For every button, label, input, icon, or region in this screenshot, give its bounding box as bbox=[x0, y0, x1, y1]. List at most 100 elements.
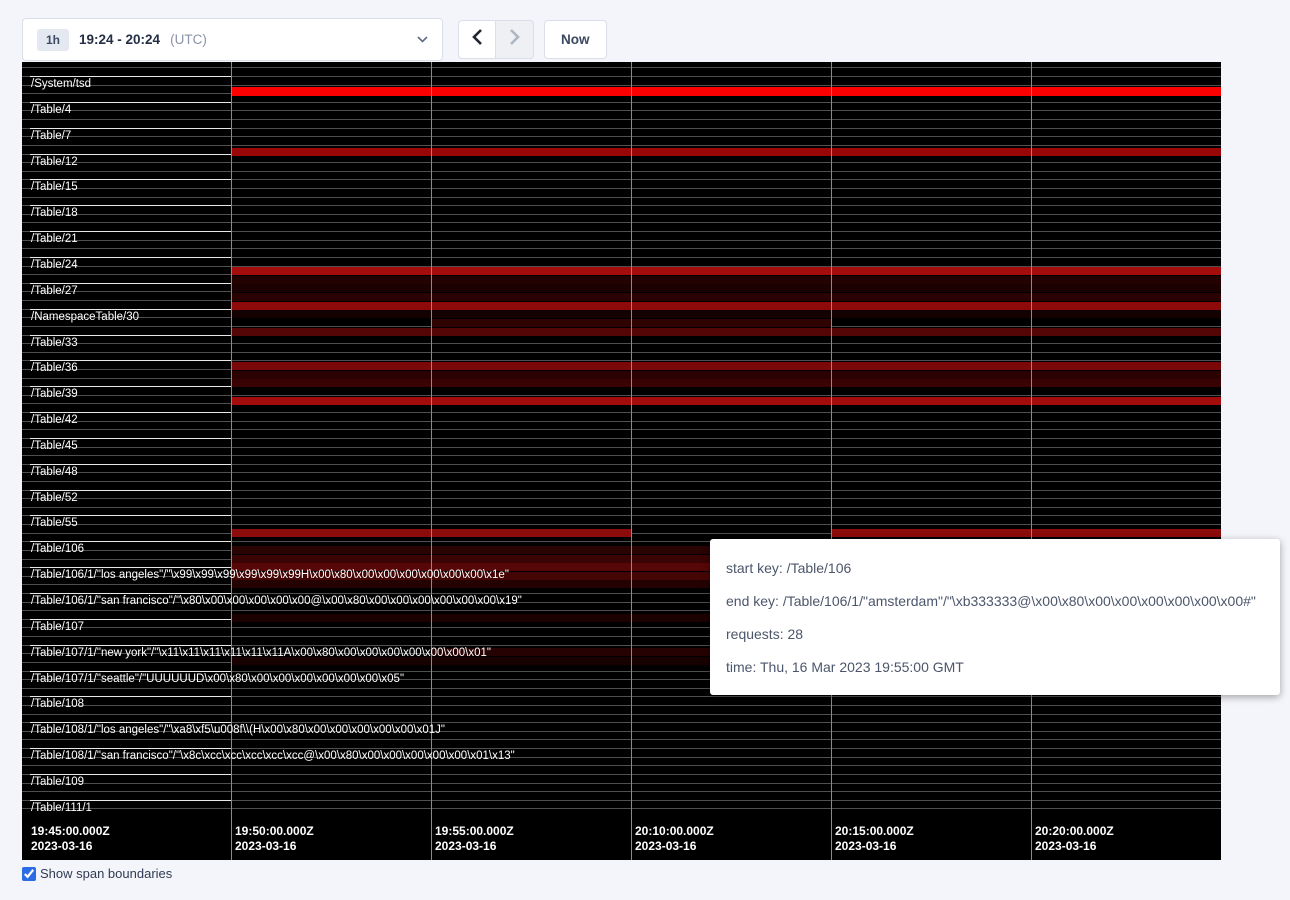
span-label-line bbox=[30, 619, 231, 620]
chevron-right-icon bbox=[509, 28, 520, 51]
span-boundary-line bbox=[22, 498, 1221, 499]
show-span-boundaries-row: Show span boundaries bbox=[22, 866, 172, 881]
chevron-down-icon bbox=[417, 36, 428, 43]
span-key-label: /Table/33 bbox=[31, 337, 78, 349]
span-boundary-line bbox=[22, 472, 1221, 473]
time-range-duration-badge: 1h bbox=[37, 29, 69, 51]
time-range-select[interactable]: 1h 19:24 - 20:24 (UTC) bbox=[22, 18, 443, 61]
tooltip-line: time: Thu, 16 Mar 2023 19:55:00 GMT bbox=[726, 659, 1264, 675]
span-label-line bbox=[30, 645, 231, 646]
prev-range-button[interactable] bbox=[458, 20, 496, 59]
span-key-label: /Table/12 bbox=[31, 156, 78, 168]
x-axis-tick-time: 19:55:00.000Z bbox=[435, 824, 514, 838]
span-boundary-line bbox=[22, 67, 1221, 68]
span-key-label: /Table/107/1/"seattle"/"UUUUUUD\x00\x80\… bbox=[31, 673, 404, 685]
chevron-left-icon bbox=[472, 28, 483, 51]
span-key-label: /Table/106/1/"san francisco"/"\x80\x00\x… bbox=[31, 595, 522, 607]
span-boundary-line bbox=[22, 352, 1221, 353]
now-button[interactable]: Now bbox=[544, 20, 607, 59]
span-label-line bbox=[30, 593, 231, 594]
x-axis-tick-time: 20:10:00.000Z bbox=[635, 824, 714, 838]
x-axis-tick-time: 20:20:00.000Z bbox=[1035, 824, 1114, 838]
span-label-line bbox=[30, 567, 231, 568]
span-boundary-line bbox=[22, 765, 1221, 766]
show-span-boundaries-checkbox[interactable] bbox=[22, 867, 36, 881]
tooltip-line: requests: 28 bbox=[726, 626, 1264, 642]
span-boundary-line bbox=[22, 421, 1221, 422]
span-boundary-line bbox=[22, 447, 1221, 448]
next-range-button[interactable] bbox=[496, 20, 534, 59]
span-key-label: /Table/108/1/"los angeles"/"\xa8\xf5\u00… bbox=[31, 724, 445, 736]
x-axis-tick-time: 19:45:00.000Z bbox=[31, 824, 110, 838]
span-label-line bbox=[30, 696, 231, 697]
heat-band bbox=[231, 371, 1221, 379]
span-key-label: /Table/45 bbox=[31, 440, 78, 452]
span-key-label: /Table/15 bbox=[31, 181, 78, 193]
span-boundary-line bbox=[22, 808, 1221, 809]
span-label-line bbox=[30, 335, 231, 336]
time-nav-group bbox=[458, 20, 534, 59]
time-gridline bbox=[431, 62, 432, 860]
span-label-line bbox=[30, 283, 231, 284]
x-axis-tick-date: 2023-03-16 bbox=[435, 839, 496, 853]
heat-band bbox=[231, 267, 1221, 275]
span-key-label: /Table/36 bbox=[31, 362, 78, 374]
span-key-label: /Table/106/1/"los angeles"/"\x99\x99\x99… bbox=[31, 569, 509, 581]
time-range-text: 19:24 - 20:24 bbox=[79, 32, 160, 47]
span-boundary-line bbox=[22, 197, 1221, 198]
span-label-line bbox=[30, 774, 231, 775]
span-key-label: /Table/106 bbox=[31, 543, 84, 555]
span-key-label: /Table/108/1/"san francisco"/"\x8c\xcc\x… bbox=[31, 750, 515, 762]
span-key-label: /Table/48 bbox=[31, 466, 78, 478]
span-key-label: /Table/18 bbox=[31, 207, 78, 219]
time-range-zone: (UTC) bbox=[170, 32, 207, 47]
span-tooltip: start key: /Table/106end key: /Table/106… bbox=[710, 539, 1280, 695]
span-key-label: /Table/42 bbox=[31, 414, 78, 426]
span-label-line bbox=[30, 76, 231, 77]
show-span-boundaries-label: Show span boundaries bbox=[40, 866, 172, 881]
key-visualizer-canvas[interactable]: /System/tsd/Table/4/Table/7/Table/12/Tab… bbox=[22, 62, 1221, 860]
span-boundary-line bbox=[22, 429, 1221, 430]
span-boundary-line bbox=[22, 507, 1221, 508]
span-boundary-line bbox=[22, 119, 1221, 120]
span-key-label: /Table/107 bbox=[31, 621, 84, 633]
tooltip-line: end key: /Table/106/1/"amsterdam"/"\xb33… bbox=[726, 593, 1264, 609]
span-label-line bbox=[30, 360, 231, 361]
span-label-line bbox=[30, 154, 231, 155]
span-key-label: /NamespaceTable/30 bbox=[31, 311, 139, 323]
span-label-line bbox=[30, 800, 231, 801]
span-key-label: /Table/24 bbox=[31, 259, 78, 271]
span-boundary-line bbox=[22, 524, 1221, 525]
x-axis-tick-date: 2023-03-16 bbox=[835, 839, 896, 853]
time-gridline bbox=[231, 62, 232, 860]
span-boundary-line bbox=[22, 481, 1221, 482]
span-boundary-line bbox=[22, 714, 1221, 715]
heat-band bbox=[231, 284, 1221, 292]
span-label-line bbox=[30, 257, 231, 258]
span-boundary-line bbox=[22, 705, 1221, 706]
time-gridline bbox=[831, 62, 832, 860]
span-label-line bbox=[30, 102, 231, 103]
span-key-label: /System/tsd bbox=[31, 78, 91, 90]
span-label-line bbox=[30, 438, 231, 439]
span-label-line bbox=[30, 205, 231, 206]
heat-band bbox=[831, 529, 1221, 537]
heat-band bbox=[231, 293, 1221, 301]
span-key-label: /Table/27 bbox=[31, 285, 78, 297]
span-label-line bbox=[30, 541, 231, 542]
heat-band bbox=[231, 397, 1221, 405]
span-label-line bbox=[30, 386, 231, 387]
span-label-line bbox=[30, 179, 231, 180]
span-boundary-line bbox=[22, 136, 1221, 137]
span-key-label: /Table/21 bbox=[31, 233, 78, 245]
span-boundary-line bbox=[22, 171, 1221, 172]
span-boundary-line bbox=[22, 188, 1221, 189]
span-boundary-line bbox=[22, 783, 1221, 784]
heat-band bbox=[231, 310, 1221, 318]
span-boundary-line bbox=[22, 455, 1221, 456]
span-boundary-line bbox=[22, 222, 1221, 223]
span-boundary-line bbox=[22, 145, 1221, 146]
span-key-label: /Table/4 bbox=[31, 104, 71, 116]
span-key-label: /Table/39 bbox=[31, 388, 78, 400]
span-key-label: /Table/109 bbox=[31, 776, 84, 788]
